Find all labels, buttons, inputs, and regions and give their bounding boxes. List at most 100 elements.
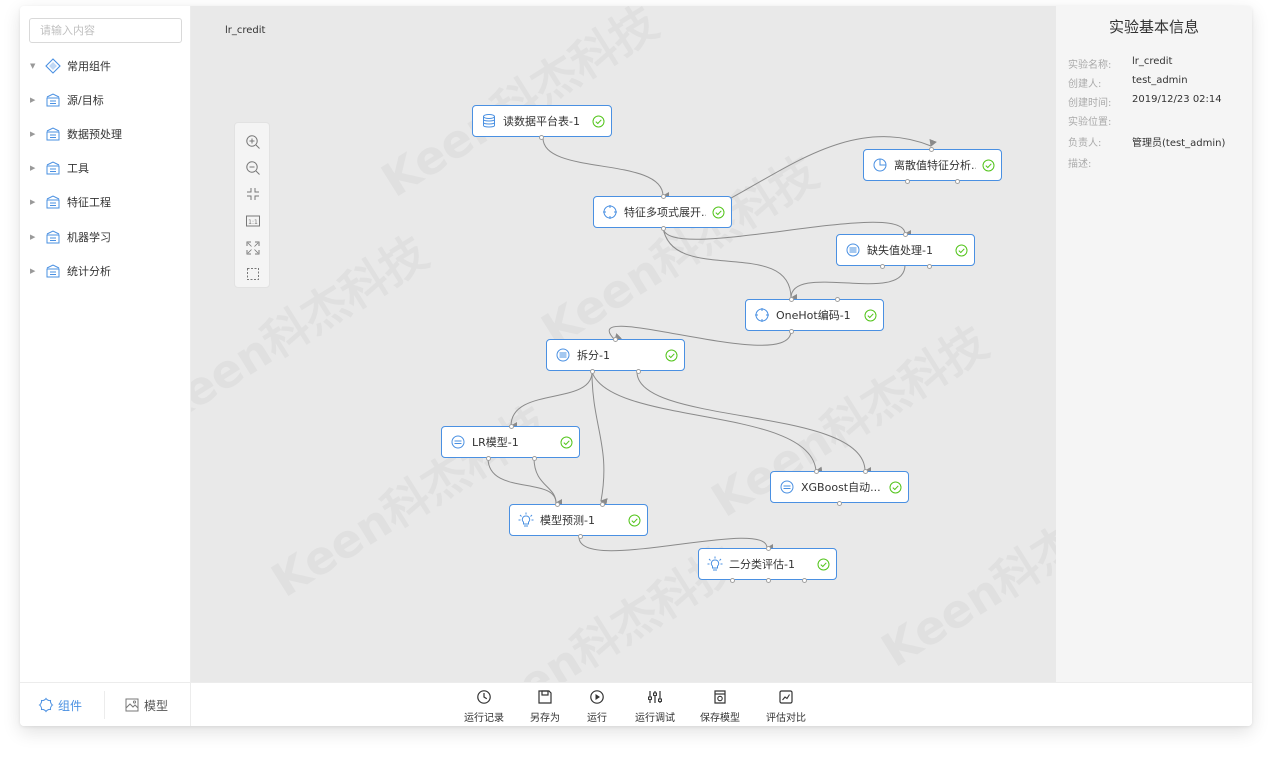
database-icon	[481, 113, 497, 129]
node-xgboost[interactable]: XGBoost自动...	[770, 469, 909, 506]
folder-stack-icon	[44, 263, 62, 279]
tab-components[interactable]: 组件	[38, 696, 82, 714]
edge	[591, 371, 823, 475]
sidebar-item-tools[interactable]: ▶ 工具	[30, 158, 89, 178]
input-port[interactable]	[903, 232, 908, 237]
node-binary-evaluation[interactable]: 二分类评估-1	[698, 546, 837, 583]
success-check-icon	[592, 115, 605, 128]
output-port[interactable]	[789, 329, 794, 334]
input-port[interactable]	[789, 297, 794, 302]
evaluation-compare-button[interactable]: 评估对比	[756, 689, 816, 725]
run-button[interactable]: 运行	[567, 689, 627, 725]
info-key: 实验位置:	[1068, 117, 1112, 128]
input-port[interactable]	[835, 297, 840, 302]
success-check-icon	[889, 481, 902, 494]
output-port[interactable]	[880, 264, 885, 269]
input-port[interactable]	[600, 502, 605, 507]
play-icon	[589, 689, 605, 705]
sidebar-item-label: 数据预处理	[67, 128, 122, 141]
info-key: 创建时间:	[1068, 98, 1112, 109]
node-discrete-feature-analysis[interactable]: 离散值特征分析...	[863, 147, 1002, 184]
folder-stack-icon	[44, 126, 62, 142]
sidebar-item-data-preprocessing[interactable]: ▶ 数据预处理	[30, 124, 122, 144]
caret-right-icon: ▶	[30, 267, 36, 275]
input-port[interactable]	[766, 546, 771, 551]
crosshair-icon	[602, 204, 618, 220]
output-port[interactable]	[661, 226, 666, 231]
tool-label: 评估对比	[766, 713, 806, 724]
node-label: 模型预测-1	[540, 514, 595, 527]
sidebar-item-machine-learning[interactable]: ▶ 机器学习	[30, 227, 111, 247]
node-model-prediction[interactable]: 模型预测-1	[509, 502, 648, 539]
edge	[591, 371, 608, 507]
input-port[interactable]	[929, 147, 934, 152]
sidebar-item-common[interactable]: ▼ 常用组件	[30, 56, 111, 76]
output-port[interactable]	[578, 534, 583, 539]
success-check-icon	[817, 558, 830, 571]
save-model-button[interactable]: 保存模型	[690, 689, 750, 725]
success-check-icon	[955, 244, 968, 257]
crosshair-icon	[754, 307, 770, 323]
input-port[interactable]	[555, 502, 560, 507]
input-port[interactable]	[509, 424, 514, 429]
save-as-button[interactable]: 另存为	[515, 689, 575, 725]
folder-stack-icon	[44, 229, 62, 245]
node-missing-value[interactable]: 缺失值处理-1	[836, 232, 975, 269]
output-port[interactable]	[766, 578, 771, 583]
output-port[interactable]	[955, 179, 960, 184]
output-port[interactable]	[837, 501, 842, 506]
node-label: OneHot编码-1	[776, 309, 851, 322]
tool-label: 另存为	[530, 713, 560, 724]
output-port[interactable]	[532, 456, 537, 461]
input-port[interactable]	[613, 337, 618, 342]
model-icon	[450, 434, 466, 450]
run-history-button[interactable]: 运行记录	[454, 689, 514, 725]
search-input[interactable]	[29, 18, 182, 43]
output-port[interactable]	[590, 369, 595, 374]
sidebar-item-source-target[interactable]: ▶ 源/目标	[30, 90, 104, 110]
app-window: ▼ 常用组件 ▶ 源/目标 ▶ 数据预处理 ▶	[20, 6, 1252, 726]
input-port[interactable]	[814, 469, 819, 474]
sidebar-item-label: 统计分析	[67, 265, 111, 278]
caret-right-icon: ▶	[30, 96, 36, 104]
save-model-icon	[712, 689, 728, 705]
edge	[487, 457, 563, 507]
pie-chart-icon	[872, 157, 888, 173]
sidebar-item-statistical-analysis[interactable]: ▶ 统计分析	[30, 261, 111, 281]
output-port[interactable]	[730, 578, 735, 583]
node-onehot-encoding[interactable]: OneHot编码-1	[745, 297, 884, 334]
sidebar-item-label: 特征工程	[67, 196, 111, 209]
output-port[interactable]	[636, 369, 641, 374]
workflow-canvas[interactable]: Keen科杰科技 Keen科杰科技 Keen科杰科技 Keen科杰科技 Keen…	[191, 6, 1056, 682]
sidebar-item-label: 源/目标	[67, 94, 104, 107]
info-row-creator: 创建人: test_admin	[1068, 75, 1188, 90]
input-port[interactable]	[863, 469, 868, 474]
node-read-table[interactable]: 读数据平台表-1	[472, 105, 612, 140]
info-value: lr_credit	[1132, 56, 1173, 67]
success-check-icon	[864, 309, 877, 322]
node-polynomial-expansion[interactable]: 特征多项式展开...	[593, 194, 732, 231]
info-key: 创建人:	[1068, 79, 1102, 90]
node-split[interactable]: 拆分-1	[546, 337, 685, 374]
info-key: 实验名称:	[1068, 60, 1112, 71]
info-row-location: 实验位置:	[1068, 113, 1132, 128]
output-port[interactable]	[539, 135, 544, 140]
caret-down-icon: ▼	[30, 62, 36, 70]
folder-stack-icon	[44, 194, 62, 210]
output-port[interactable]	[802, 578, 807, 583]
node-label: LR模型-1	[472, 436, 519, 449]
output-port[interactable]	[905, 179, 910, 184]
sidebar-item-feature-engineering[interactable]: ▶ 特征工程	[30, 192, 111, 212]
output-port[interactable]	[486, 456, 491, 461]
input-port[interactable]	[661, 194, 666, 199]
node-lr-model[interactable]: LR模型-1	[441, 424, 580, 461]
info-key: 描述:	[1068, 159, 1092, 170]
tab-models[interactable]: 模型	[124, 696, 168, 714]
edge	[533, 457, 557, 504]
tool-label: 运行调试	[635, 713, 675, 724]
run-debug-button[interactable]: 运行调试	[625, 689, 685, 725]
edge	[790, 264, 906, 303]
output-port[interactable]	[927, 264, 932, 269]
tab-label: 组件	[58, 698, 83, 713]
component-icon	[38, 697, 54, 713]
